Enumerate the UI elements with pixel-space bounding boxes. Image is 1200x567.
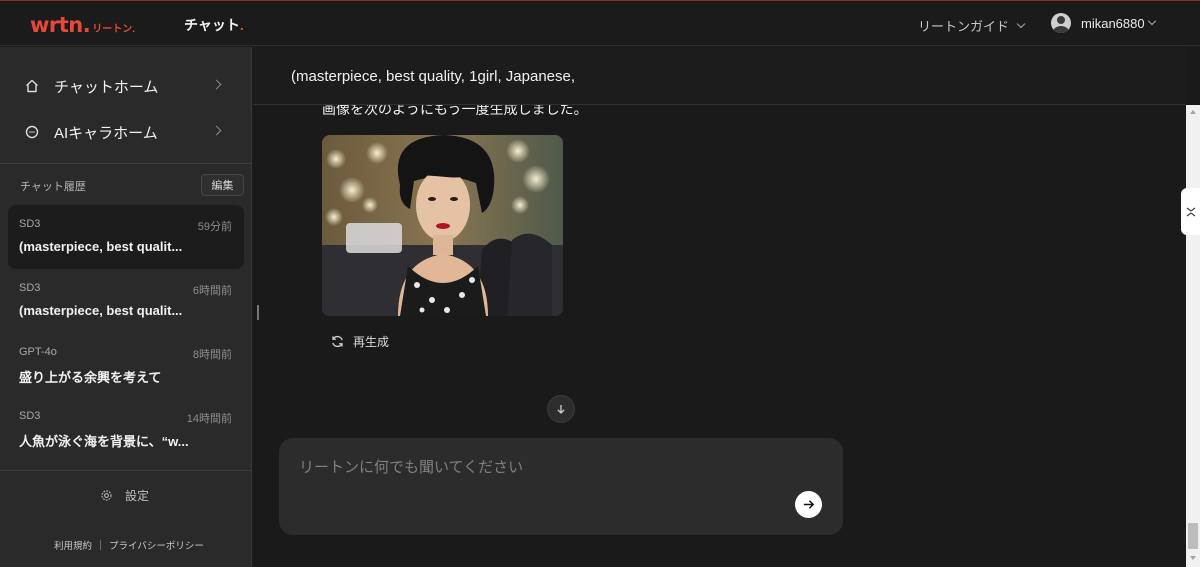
regenerate-label: 再生成: [353, 335, 390, 349]
generated-image-graphic: [322, 135, 563, 316]
collapse-arrows-icon: [1186, 206, 1195, 217]
history-model: SD3: [19, 282, 41, 294]
arrow-right-icon: [803, 500, 815, 509]
logo-subtitle: リートン.: [92, 24, 136, 35]
link-separator: [100, 540, 102, 550]
chevron-right-icon: [211, 79, 222, 90]
history-title-text: 盛り上がる余興を考えて: [19, 370, 162, 385]
history-title-text: 人魚が泳ぐ海を背景に、“w...: [19, 434, 189, 449]
history-item[interactable]: SD3 14時間前 人魚が泳ぐ海を背景に、“w...: [8, 397, 244, 461]
footer-links: 利用規約 プライバシーポリシー: [54, 538, 204, 552]
scroll-up-arrow-icon[interactable]: [1190, 110, 1196, 114]
history-time: 14時間前: [186, 413, 232, 425]
chevron-right-icon: [211, 125, 222, 136]
top-nav-chat-label: チャット: [184, 17, 240, 33]
guide-label: リートンガイド: [918, 19, 1010, 34]
chevron-down-icon: [1147, 16, 1156, 26]
scrollbar-thumb[interactable]: [1188, 523, 1198, 549]
user-menu[interactable]: mikan6880: [1051, 13, 1156, 33]
side-panel-toggle[interactable]: [1181, 188, 1200, 235]
divider: [0, 470, 252, 471]
regenerate-button[interactable]: 再生成: [330, 333, 389, 350]
chat-bubble-icon: [25, 125, 39, 139]
history-time: 8時間前: [192, 349, 232, 361]
edit-history-button[interactable]: 編集: [201, 174, 244, 196]
settings-label: 設定: [125, 489, 150, 503]
wrtn-logo[interactable]: wrtn. リートン.: [30, 13, 135, 37]
sidebar-item-label: AIキャラホーム: [54, 124, 158, 142]
divider: [0, 163, 252, 164]
gear-icon: [101, 490, 112, 501]
arrow-down-icon: [557, 405, 565, 414]
chat-input-area: [279, 438, 843, 535]
sidebar-item-label: チャットホーム: [54, 78, 159, 96]
history-item[interactable]: SD3 6時間前 (masterpiece, best qualit...: [8, 269, 244, 333]
top-bar: wrtn. リートン. チャット. リートンガイド mikan6880: [0, 0, 1200, 46]
send-button[interactable]: [795, 491, 822, 518]
home-icon: [26, 79, 38, 93]
scrollbar[interactable]: [1186, 105, 1200, 567]
generated-image[interactable]: [322, 135, 563, 316]
refresh-icon: [332, 335, 343, 348]
history-time: 59分前: [197, 221, 232, 233]
top-nav-chat-dot: .: [239, 17, 244, 33]
history-title-text: (masterpiece, best qualit...: [19, 303, 183, 318]
avatar: [1051, 13, 1071, 33]
sidebar: チャットホーム AIキャラホーム チャット履歴 編集 SD3 59分前 (mas…: [0, 47, 252, 567]
chat-title: (masterpiece, best quality, 1girl, Japan…: [291, 68, 576, 85]
top-nav-chat[interactable]: チャット.: [184, 15, 244, 35]
sidebar-item-ai-character-home[interactable]: AIキャラホーム: [0, 112, 252, 152]
history-model: SD3: [19, 218, 41, 230]
terms-link[interactable]: 利用規約: [54, 538, 92, 552]
history-model: SD3: [19, 410, 41, 422]
history-title-text: (masterpiece, best qualit...: [19, 239, 183, 254]
chat-input[interactable]: [299, 456, 799, 478]
history-model: GPT-4o: [19, 346, 57, 358]
logo-wordmark: wrtn.: [30, 13, 91, 37]
history-title: チャット履歴: [20, 181, 86, 193]
username: mikan6880: [1081, 15, 1145, 31]
history-item[interactable]: SD3 59分前 (masterpiece, best qualit...: [8, 205, 244, 269]
scroll-down-arrow-icon[interactable]: [1190, 556, 1196, 560]
chevron-down-icon: [1016, 19, 1026, 28]
history-time: 6時間前: [192, 285, 232, 297]
history-item[interactable]: GPT-4o 8時間前 盛り上がる余興を考えて: [8, 333, 244, 397]
scroll-to-bottom-button[interactable]: [547, 395, 575, 423]
sidebar-item-chat-home[interactable]: チャットホーム: [0, 66, 252, 106]
privacy-policy-link[interactable]: プライバシーポリシー: [109, 538, 204, 552]
guide-dropdown[interactable]: リートンガイド: [918, 16, 1026, 35]
chat-header: (masterpiece, best quality, 1girl, Japan…: [253, 47, 1186, 105]
settings-button[interactable]: 設定: [100, 487, 149, 504]
sidebar-resize-handle[interactable]: [257, 305, 259, 320]
